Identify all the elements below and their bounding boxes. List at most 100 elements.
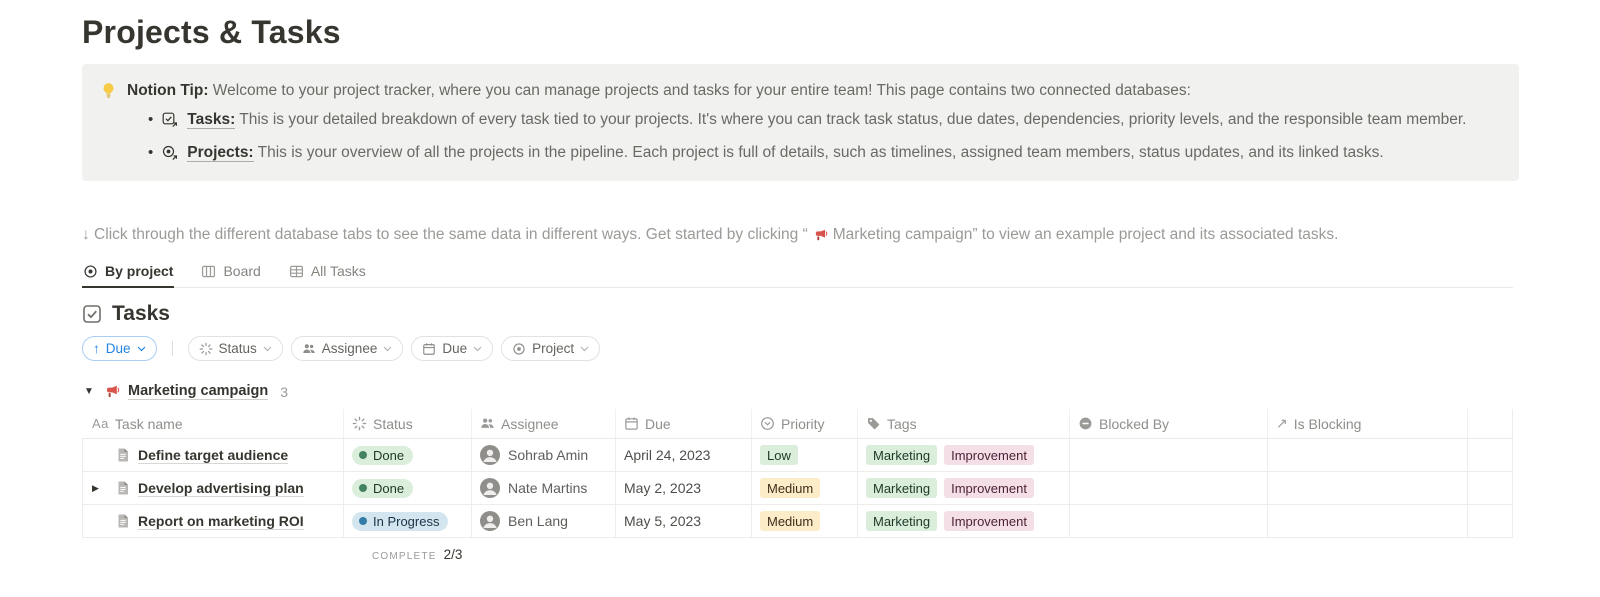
minus-circle-icon <box>1078 416 1093 431</box>
tip-bullet-projects: • Projects: This is your overview of all… <box>148 143 1501 163</box>
tags-cell[interactable]: Marketing Improvement <box>858 472 1070 505</box>
chevron-down-icon <box>383 345 392 353</box>
status-cell[interactable]: Done <box>344 439 472 472</box>
task-name-cell[interactable]: Report on marketing ROI <box>82 505 344 538</box>
chevron-down-icon <box>580 345 589 353</box>
page-icon <box>115 447 131 463</box>
chevron-down-icon <box>473 345 482 353</box>
tags-cell[interactable]: Marketing Improvement <box>858 505 1070 538</box>
blocked-by-cell[interactable] <box>1070 505 1268 538</box>
due-cell[interactable]: April 24, 2023 <box>616 439 752 472</box>
table-row: Report on marketing ROI In Progress Ben … <box>82 505 1513 538</box>
board-icon <box>201 264 216 279</box>
people-icon <box>480 416 495 431</box>
status-cell[interactable]: In Progress <box>344 505 472 538</box>
status-calculation[interactable]: COMPLETE 2/3 <box>372 547 1519 562</box>
arrow-up-right-icon: ↗ <box>1276 415 1288 432</box>
checkbox-icon <box>82 304 102 324</box>
filter-pill-status[interactable]: Status <box>188 336 283 361</box>
avatar <box>480 478 500 498</box>
page-icon <box>115 480 131 496</box>
group-title-link[interactable]: Marketing campaign <box>128 383 268 400</box>
column-header-status[interactable]: Status <box>344 409 472 439</box>
tasks-table: Aa Task name Status Assignee <box>82 409 1513 538</box>
megaphone-icon <box>813 228 828 243</box>
filter-pill-due[interactable]: Due <box>411 336 493 361</box>
status-dot <box>359 517 367 525</box>
database-title: Tasks <box>112 302 170 326</box>
status-spinner-icon <box>199 342 213 356</box>
calc-value: 2/3 <box>444 547 463 562</box>
assignee-cell[interactable]: Ben Lang <box>472 505 616 538</box>
assignee-name: Nate Martins <box>508 480 587 496</box>
task-title-link[interactable]: Define target audience <box>138 447 288 464</box>
column-header-extra <box>1468 409 1513 439</box>
column-header-tags[interactable]: Tags <box>858 409 1070 439</box>
is-blocking-cell[interactable] <box>1268 505 1468 538</box>
notion-page: Projects & Tasks Notion Tip: Welcome to … <box>82 0 1519 562</box>
column-header-priority[interactable]: Priority <box>752 409 858 439</box>
lightbulb-icon <box>100 82 117 99</box>
task-title-link[interactable]: Develop advertising plan <box>138 480 304 497</box>
priority-cell[interactable]: Medium <box>752 472 858 505</box>
tag-badge: Improvement <box>944 511 1034 531</box>
instruction-text: ↓ Click through the different database t… <box>82 226 1519 244</box>
status-dot <box>359 484 367 492</box>
calendar-icon <box>624 416 639 431</box>
status-cell[interactable]: Done <box>344 472 472 505</box>
sort-pill-due[interactable]: ↑ Due <box>82 336 157 361</box>
target-icon <box>83 264 98 279</box>
tip-bullet-tasks: • Tasks: This is your detailed breakdown… <box>148 110 1501 130</box>
tab-all-tasks[interactable]: All Tasks <box>288 257 367 287</box>
status-spinner-icon <box>352 416 367 431</box>
assignee-cell[interactable]: Sohrab Amin <box>472 439 616 472</box>
due-cell[interactable]: May 5, 2023 <box>616 505 752 538</box>
extra-cell <box>1468 505 1513 538</box>
task-title-link[interactable]: Report on marketing ROI <box>138 513 304 530</box>
status-badge: Done <box>352 479 413 498</box>
is-blocking-cell[interactable] <box>1268 439 1468 472</box>
priority-badge: Low <box>760 445 798 465</box>
megaphone-icon <box>104 384 120 400</box>
column-header-due[interactable]: Due <box>616 409 752 439</box>
bullet-icon: • <box>148 143 153 163</box>
group-collapse-toggle[interactable]: ▼ <box>82 386 96 397</box>
people-icon <box>302 342 316 356</box>
page-icon <box>115 513 131 529</box>
tag-badge: Improvement <box>944 478 1034 498</box>
tab-board[interactable]: Board <box>200 257 261 287</box>
extra-cell <box>1468 439 1513 472</box>
tab-by-project[interactable]: By project <box>82 257 174 288</box>
projects-database-icon <box>162 145 178 161</box>
column-header-is-blocking[interactable]: ↗ Is Blocking <box>1268 409 1468 439</box>
view-tabs: By project Board All Tasks <box>82 257 1513 288</box>
filter-pill-project[interactable]: Project <box>501 336 600 361</box>
column-header-assignee[interactable]: Assignee <box>472 409 616 439</box>
tasks-database-icon <box>162 112 178 128</box>
task-name-cell[interactable]: Define target audience <box>82 439 344 472</box>
tip-label: Notion Tip: <box>127 82 209 99</box>
column-header-blocked-by[interactable]: Blocked By <box>1070 409 1268 439</box>
due-cell[interactable]: May 2, 2023 <box>616 472 752 505</box>
priority-cell[interactable]: Low <box>752 439 858 472</box>
is-blocking-cell[interactable] <box>1268 472 1468 505</box>
tags-cell[interactable]: Marketing Improvement <box>858 439 1070 472</box>
tag-icon <box>866 416 881 431</box>
priority-cell[interactable]: Medium <box>752 505 858 538</box>
blocked-by-cell[interactable] <box>1070 472 1268 505</box>
bullet-icon: • <box>148 110 153 130</box>
table-row: ▶ Develop advertising plan Done Nate Mar… <box>82 472 1513 505</box>
filter-pill-assignee[interactable]: Assignee <box>291 336 404 361</box>
divider <box>172 341 173 356</box>
extra-cell <box>1468 472 1513 505</box>
tag-badge: Marketing <box>866 445 937 465</box>
blocked-by-cell[interactable] <box>1070 439 1268 472</box>
projects-link[interactable]: Projects: <box>187 144 253 162</box>
tasks-link[interactable]: Tasks: <box>187 111 235 129</box>
row-expand-toggle[interactable]: ▶ <box>92 483 99 494</box>
assignee-cell[interactable]: Nate Martins <box>472 472 616 505</box>
group-header: ▼ Marketing campaign 3 <box>82 383 1519 400</box>
task-name-cell[interactable]: ▶ Develop advertising plan <box>82 472 344 505</box>
group-count: 3 <box>280 384 288 400</box>
column-header-task-name[interactable]: Aa Task name <box>82 409 344 439</box>
